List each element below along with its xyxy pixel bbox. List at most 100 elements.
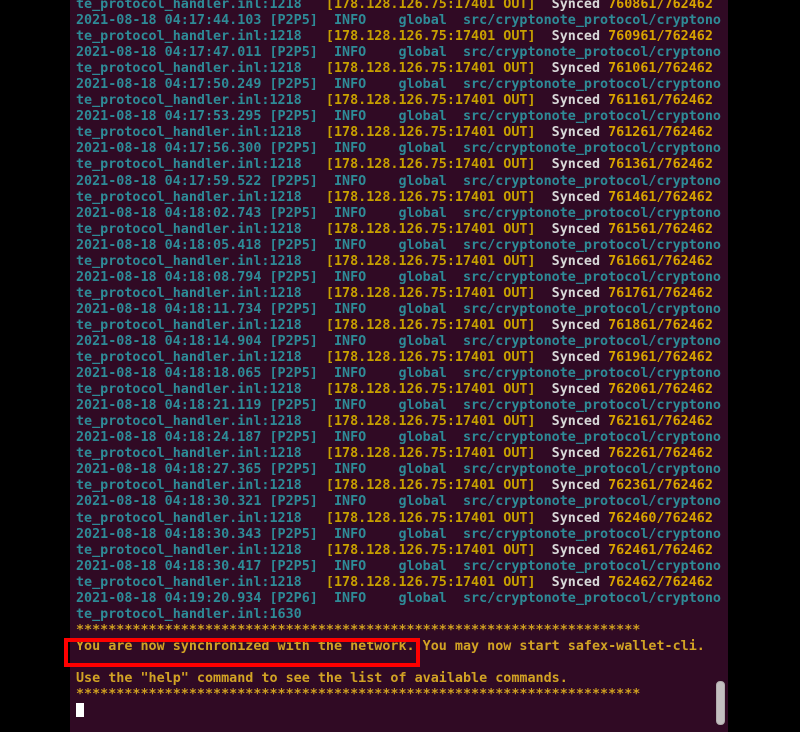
terminal-text: [178.128.126.75:17401 OUT]	[325, 510, 536, 526]
terminal-text: [178.128.126.75:17401 OUT]	[325, 382, 536, 398]
terminal-text: 762361/762462	[600, 478, 713, 494]
terminal-text: te_protocol_handler.inl:1218	[76, 157, 326, 173]
terminal-text: You are now synchronized with the networ…	[76, 638, 705, 654]
terminal-text: 2021-08-18 04:18:30.343 [P2P5] INFO glob…	[76, 526, 721, 542]
terminal-line: 2021-08-18 04:18:30.343 [P2P5] INFO glob…	[70, 527, 728, 543]
terminal-text: te_protocol_handler.inl:1218	[76, 382, 326, 398]
terminal-text: 2021-08-18 04:18:27.365 [P2P5] INFO glob…	[76, 462, 721, 478]
terminal-line: 2021-08-18 04:18:30.321 [P2P5] INFO glob…	[70, 494, 728, 510]
terminal-text: te_protocol_handler.inl:1218	[76, 414, 326, 430]
terminal-line: 2021-08-18 04:17:50.249 [P2P5] INFO glob…	[70, 77, 728, 93]
terminal-text: [178.128.126.75:17401 OUT]	[325, 61, 536, 77]
terminal-text: 761361/762462	[600, 157, 713, 173]
terminal-text: [178.128.126.75:17401 OUT]	[325, 542, 536, 558]
terminal-line: 2021-08-18 04:18:18.065 [P2P5] INFO glob…	[70, 366, 728, 382]
terminal-text: [178.128.126.75:17401 OUT]	[325, 478, 536, 494]
terminal-line: 2021-08-18 04:18:27.365 [P2P5] INFO glob…	[70, 462, 728, 478]
terminal-text: Synced	[551, 125, 601, 141]
scrollbar-thumb[interactable]	[716, 681, 725, 725]
terminal-window[interactable]: te_protocol_handler.inl:1218 [178.128.12…	[70, 0, 728, 732]
terminal-text: Synced	[551, 574, 601, 590]
terminal-text: Synced	[551, 350, 601, 366]
terminal-line: te_protocol_handler.inl:1218 [178.128.12…	[70, 286, 728, 302]
scrollbar-track[interactable]	[714, 0, 728, 732]
terminal-text: te_protocol_handler.inl:1218	[76, 125, 326, 141]
terminal-line: te_protocol_handler.inl:1218 [178.128.12…	[70, 382, 728, 398]
terminal-text: 2021-08-18 04:18:21.119 [P2P5] INFO glob…	[76, 398, 721, 414]
terminal-text: Synced	[551, 29, 601, 45]
terminal-text: 2021-08-18 04:17:53.295 [P2P5] INFO glob…	[76, 109, 721, 125]
terminal-text: Synced	[551, 446, 601, 462]
terminal-text: 2021-08-18 04:17:50.249 [P2P5] INFO glob…	[76, 77, 721, 93]
terminal-text: 762461/762462	[600, 542, 713, 558]
terminal-text: [178.128.126.75:17401 OUT]	[325, 0, 536, 12]
terminal-line: te_protocol_handler.inl:1218 [178.128.12…	[70, 190, 728, 206]
terminal-text: 2021-08-18 04:18:14.904 [P2P5] INFO glob…	[76, 333, 721, 349]
terminal-text: Synced	[551, 285, 601, 301]
terminal-text: Synced	[551, 253, 601, 269]
terminal-line: 2021-08-18 04:17:56.300 [P2P5] INFO glob…	[70, 141, 728, 157]
terminal-text: te_protocol_handler.inl:1218	[76, 0, 326, 12]
terminal-line: te_protocol_handler.inl:1218 [178.128.12…	[70, 575, 728, 591]
screen-root: te_protocol_handler.inl:1218 [178.128.12…	[0, 0, 800, 732]
terminal-line: 2021-08-18 04:18:21.119 [P2P5] INFO glob…	[70, 398, 728, 414]
terminal-text: Synced	[551, 189, 601, 205]
terminal-text: 2021-08-18 04:18:11.734 [P2P5] INFO glob…	[76, 301, 721, 317]
terminal-text: te_protocol_handler.inl:1218	[76, 253, 326, 269]
terminal-text: [178.128.126.75:17401 OUT]	[325, 157, 536, 173]
terminal-line: te_protocol_handler.inl:1218 [178.128.12…	[70, 446, 728, 462]
terminal-line: te_protocol_handler.inl:1218 [178.128.12…	[70, 511, 728, 527]
terminal-text: [178.128.126.75:17401 OUT]	[325, 350, 536, 366]
terminal-text: te_protocol_handler.inl:1218	[76, 61, 326, 77]
terminal-text: 762261/762462	[600, 446, 713, 462]
terminal-line: 2021-08-18 04:17:44.103 [P2P5] INFO glob…	[70, 13, 728, 29]
terminal-text: Synced	[551, 478, 601, 494]
terminal-text: [178.128.126.75:17401 OUT]	[325, 189, 536, 205]
terminal-text: [178.128.126.75:17401 OUT]	[325, 414, 536, 430]
terminal-text: 761061/762462	[600, 61, 713, 77]
terminal-text: Synced	[551, 0, 601, 12]
terminal-line: te_protocol_handler.inl:1218 [178.128.12…	[70, 93, 728, 109]
terminal-text: 761661/762462	[600, 253, 713, 269]
terminal-text: Synced	[551, 157, 601, 173]
terminal-text: Synced	[551, 317, 601, 333]
terminal-text: [178.128.126.75:17401 OUT]	[325, 221, 536, 237]
terminal-text: [178.128.126.75:17401 OUT]	[325, 29, 536, 45]
terminal-line: te_protocol_handler.inl:1218 [178.128.12…	[70, 222, 728, 238]
terminal-line: ****************************************…	[70, 623, 728, 639]
terminal-line: te_protocol_handler.inl:1218 [178.128.12…	[70, 478, 728, 494]
terminal-line: 2021-08-18 04:18:05.418 [P2P5] INFO glob…	[70, 238, 728, 254]
terminal-text: te_protocol_handler.inl:1218	[76, 542, 326, 558]
terminal-line: You are now synchronized with the networ…	[70, 639, 728, 655]
terminal-line: 2021-08-18 04:18:14.904 [P2P5] INFO glob…	[70, 334, 728, 350]
terminal-text: 761561/762462	[600, 221, 713, 237]
terminal-line: 2021-08-18 04:17:47.011 [P2P5] INFO glob…	[70, 45, 728, 61]
terminal-line: te_protocol_handler.inl:1218 [178.128.12…	[70, 157, 728, 173]
terminal-text: Use the "help" command to see the list o…	[76, 670, 568, 686]
terminal-text: 2021-08-18 04:18:24.187 [P2P5] INFO glob…	[76, 430, 721, 446]
terminal-cursor	[76, 703, 85, 718]
terminal-text: 2021-08-18 04:17:44.103 [P2P5] INFO glob…	[76, 13, 721, 29]
terminal-line: te_protocol_handler.inl:1218 [178.128.12…	[70, 61, 728, 77]
terminal-text: [178.128.126.75:17401 OUT]	[325, 125, 536, 141]
terminal-text: Synced	[551, 510, 601, 526]
terminal-text: 2021-08-18 04:18:02.743 [P2P5] INFO glob…	[76, 205, 721, 221]
terminal-text: 761861/762462	[600, 317, 713, 333]
terminal-line: te_protocol_handler.inl:1630	[70, 607, 728, 623]
terminal-text: 2021-08-18 04:17:59.522 [P2P5] INFO glob…	[76, 173, 721, 189]
terminal-text: te_protocol_handler.inl:1218	[76, 446, 326, 462]
terminal-text: Synced	[551, 542, 601, 558]
terminal-text: te_protocol_handler.inl:1218	[76, 350, 326, 366]
terminal-text: Synced	[551, 93, 601, 109]
terminal-line: 2021-08-18 04:18:08.794 [P2P5] INFO glob…	[70, 270, 728, 286]
